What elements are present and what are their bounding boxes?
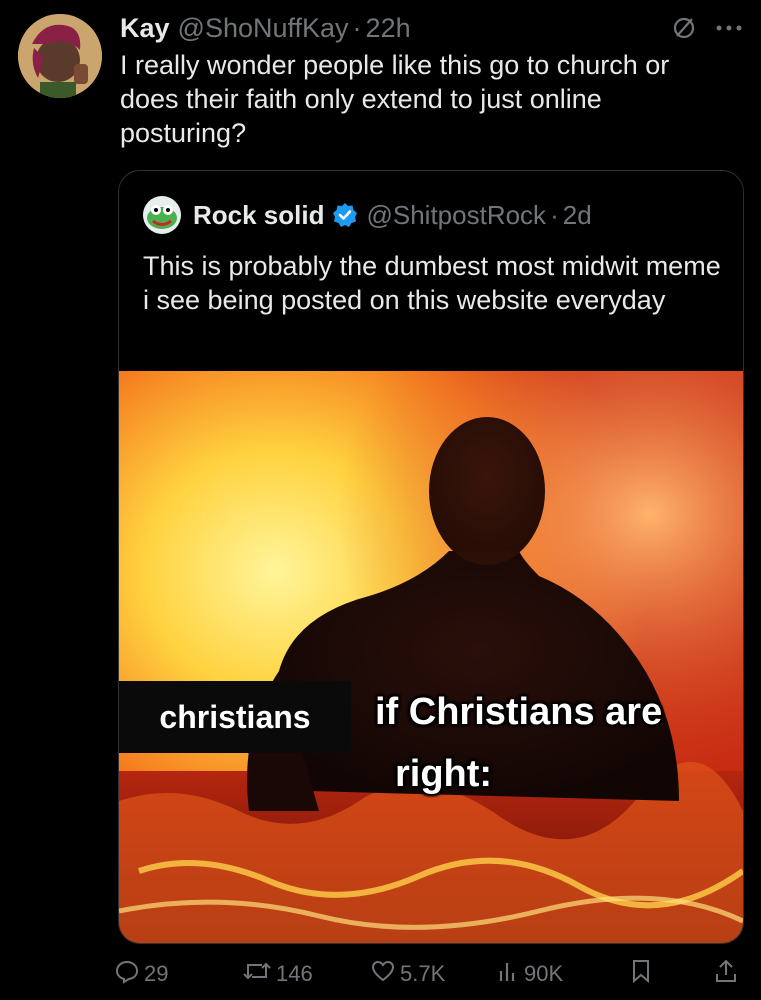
quote-separator-dot: · <box>550 199 559 230</box>
views-icon <box>496 959 520 989</box>
repost-count: 146 <box>276 961 313 986</box>
meme-label-right-line2: right: <box>395 753 493 795</box>
meme-image[interactable]: christians if Christians are right: <box>119 371 743 943</box>
share-icon <box>714 958 738 990</box>
meme-label-left: christians <box>119 681 351 753</box>
reply-count: 29 <box>144 961 169 986</box>
author-name[interactable]: Kay <box>120 13 170 44</box>
views-count: 90K <box>524 961 564 986</box>
quote-time[interactable]: 2d <box>563 200 592 231</box>
quoted-tweet[interactable]: Rock solid @ShitpostRock · 2d This is pr… <box>118 170 744 944</box>
heart-icon <box>370 958 396 990</box>
bookmark-button[interactable] <box>630 958 652 990</box>
quote-author-handle[interactable]: @ShitpostRock <box>366 200 546 231</box>
repost-button[interactable]: 146 <box>242 958 313 990</box>
like-button[interactable]: 5.7K <box>370 958 445 990</box>
bookmark-icon <box>630 958 652 990</box>
tweet-time[interactable]: 22h <box>366 13 411 44</box>
more-icon[interactable] <box>715 24 743 32</box>
quote-text: This is probably the dumbest most midwit… <box>143 251 721 315</box>
meme-label-right-line1: if Christians are <box>375 691 663 733</box>
author-avatar[interactable] <box>18 14 102 98</box>
verified-badge-icon <box>332 202 358 228</box>
reply-button[interactable]: 29 <box>114 958 168 990</box>
share-button[interactable] <box>714 958 738 990</box>
reply-icon <box>114 958 140 990</box>
action-bar: 29 146 5.7K 90K <box>114 956 743 992</box>
no-entry-icon[interactable] <box>671 15 697 41</box>
like-count: 5.7K <box>400 961 446 986</box>
author-handle[interactable]: @ShoNuffKay <box>178 13 349 44</box>
separator-dot: · <box>352 12 362 43</box>
tweet-header: Kay @ShoNuffKay · 22h <box>120 10 743 46</box>
quote-avatar[interactable] <box>143 196 181 234</box>
views-button[interactable]: 90K <box>496 959 563 989</box>
quote-header: Rock solid @ShitpostRock · 2d <box>143 196 592 234</box>
quote-author-name[interactable]: Rock solid <box>193 200 324 231</box>
tweet-text: I really wonder people like this go to c… <box>120 50 670 148</box>
repost-icon <box>242 958 272 990</box>
meme-label-right: if Christians are right: <box>375 681 735 805</box>
